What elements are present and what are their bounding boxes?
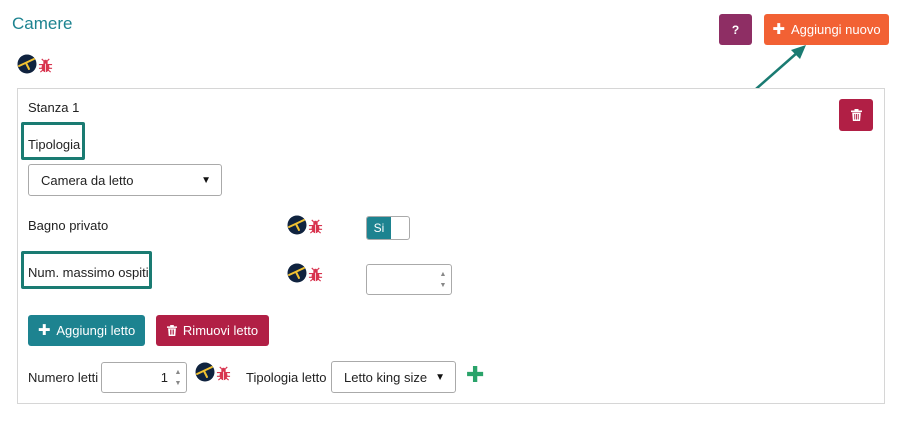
- remove-bed-button[interactable]: Rimuovi letto: [156, 315, 269, 346]
- page-title: Camere: [12, 14, 73, 33]
- delete-room-button[interactable]: [839, 99, 873, 131]
- bug-icon: [38, 58, 53, 73]
- private-bath-icon-group: [287, 215, 323, 235]
- globe-icon: [287, 263, 307, 283]
- bug-icon: [216, 366, 231, 381]
- room-title: Stanza 1: [28, 100, 80, 115]
- bed-icon-group: [195, 362, 231, 382]
- bed-count-label: Numero letti: [28, 370, 99, 385]
- room-type-value: Camera da letto: [41, 172, 134, 188]
- private-bath-toggle[interactable]: Si: [366, 216, 410, 240]
- bed-count-value: 1: [160, 370, 168, 385]
- remove-bed-label: Rimuovi letto: [182, 323, 259, 338]
- bed-type-label: Tipologia letto: [246, 370, 327, 385]
- max-guests-label: Num. massimo ospiti: [28, 265, 149, 280]
- bed-count-input[interactable]: 1 ▲ ▼: [101, 362, 187, 393]
- add-bed-type-button[interactable]: ✚: [466, 364, 484, 386]
- add-bed-label: Aggiungi letto: [56, 323, 136, 338]
- plus-icon: ✚: [466, 362, 485, 387]
- private-bath-label: Bagno privato: [28, 218, 109, 233]
- bed-type-select[interactable]: Letto king size ▼: [331, 361, 456, 393]
- globe-icon: [287, 215, 307, 235]
- room-panel: [17, 88, 885, 404]
- header-icon-group: [17, 54, 53, 74]
- help-label: ?: [731, 22, 740, 37]
- globe-icon: [17, 54, 37, 74]
- plus-icon: ✚: [772, 21, 785, 38]
- add-new-label: Aggiungi nuovo: [790, 22, 881, 37]
- number-spinner[interactable]: ▲ ▼: [172, 363, 184, 392]
- trash-icon: [166, 325, 177, 336]
- max-guests-icon-group: [287, 263, 323, 283]
- room-type-label: Tipologia: [28, 137, 81, 152]
- globe-icon: [195, 362, 215, 382]
- bug-icon: [308, 267, 323, 282]
- caret-down-icon: ▼: [201, 174, 211, 186]
- add-bed-button[interactable]: ✚ Aggiungi letto: [28, 315, 145, 346]
- bed-type-value: Letto king size: [344, 369, 428, 385]
- number-spinner[interactable]: ▲ ▼: [437, 265, 449, 294]
- caret-down-icon: ▼: [435, 371, 445, 383]
- toggle-on-label: Si: [367, 217, 391, 239]
- room-type-select[interactable]: Camera da letto ▼: [28, 164, 222, 196]
- bug-icon: [308, 219, 323, 234]
- plus-icon: ✚: [37, 322, 51, 339]
- trash-icon: [850, 109, 862, 121]
- max-guests-input[interactable]: ▲ ▼: [366, 264, 452, 295]
